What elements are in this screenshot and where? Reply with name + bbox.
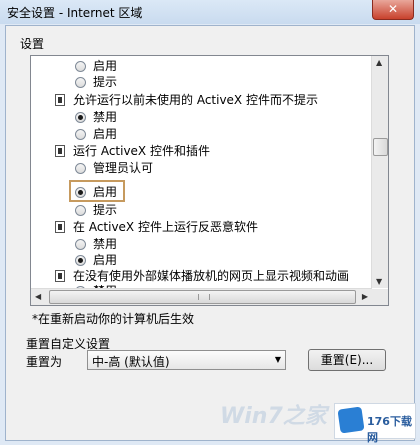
setting-icon <box>55 221 65 233</box>
reset-to-label: 重置为 <box>26 355 63 369</box>
radio-button[interactable] <box>75 77 86 88</box>
scroll-left-icon[interactable]: ◀ <box>35 292 41 301</box>
setting-title: 在没有使用外部媒体播放机的网页上显示视频和动画 <box>73 269 350 283</box>
restart-note: *在重新启动你的计算机后生效 <box>32 312 195 326</box>
setting-title: 允许运行以前未使用的 ActiveX 控件而不提示 <box>73 93 318 107</box>
setting-title: 在 ActiveX 控件上运行反恶意软件 <box>73 220 258 234</box>
setting-icon <box>55 270 65 282</box>
list-item[interactable]: 管理员认可 <box>75 160 275 176</box>
radio-button[interactable] <box>75 129 86 140</box>
radio-button[interactable] <box>75 239 86 250</box>
list-item[interactable]: 启用 <box>75 58 275 74</box>
scroll-down-icon[interactable]: ▼ <box>376 277 382 286</box>
horizontal-scroll-thumb[interactable] <box>49 290 356 304</box>
close-button[interactable]: ✕ <box>372 0 414 20</box>
option-label: 启用 <box>93 59 118 73</box>
option-label: 禁用 <box>93 237 118 251</box>
option-label: 禁用 <box>93 110 118 124</box>
window-title: 安全设置 - Internet 区域 <box>7 6 143 20</box>
option-label: 提示 <box>93 203 118 217</box>
setting-header: 在 ActiveX 控件上运行反恶意软件 <box>55 219 375 235</box>
vertical-scrollbar[interactable]: ▲ ▼ <box>371 56 388 288</box>
list-item[interactable]: 禁用 <box>75 236 275 252</box>
title-bar: 安全设置 - Internet 区域 ✕ <box>0 0 420 24</box>
reset-button[interactable]: 重置(E)... <box>308 349 386 371</box>
site-logo: 176下载网 <box>334 403 416 444</box>
list-item[interactable]: 启用 <box>75 252 275 268</box>
setting-header: 在没有使用外部媒体播放机的网页上显示视频和动画 <box>55 268 375 284</box>
radio-button[interactable] <box>75 61 86 72</box>
radio-button[interactable] <box>75 163 86 174</box>
settings-group-label: 设置 <box>20 37 45 51</box>
setting-header: 运行 ActiveX 控件和插件 <box>55 143 375 159</box>
option-label: 提示 <box>93 75 118 89</box>
setting-icon <box>55 94 65 106</box>
option-label: 启用 <box>93 253 118 267</box>
radio-button[interactable] <box>75 205 86 216</box>
setting-icon <box>55 145 65 157</box>
radio-button[interactable] <box>75 112 86 123</box>
grip-icon <box>198 294 210 300</box>
vertical-scroll-thumb[interactable] <box>373 138 388 156</box>
logo-text: 176下载网 <box>367 415 412 444</box>
option-label: 管理员认可 <box>93 161 154 175</box>
option-label: 启用 <box>93 127 118 141</box>
focus-highlight <box>69 180 125 202</box>
horizontal-scrollbar[interactable]: ◀ ▶ <box>31 288 372 305</box>
list-item[interactable]: 启用 <box>75 126 275 142</box>
scroll-up-icon[interactable]: ▲ <box>376 58 382 67</box>
logo-icon <box>337 406 365 434</box>
close-icon: ✕ <box>387 2 399 16</box>
watermark: Win7之家 <box>220 404 327 429</box>
security-level-dropdown[interactable]: 中-高 (默认值) ▼ <box>87 350 286 370</box>
radio-button[interactable] <box>75 255 86 266</box>
list-item[interactable]: 禁用 <box>75 109 275 125</box>
dropdown-value: 中-高 (默认值) <box>92 355 170 369</box>
setting-title: 运行 ActiveX 控件和插件 <box>73 144 210 158</box>
list-item[interactable]: 提示 <box>75 202 275 218</box>
scroll-corner <box>372 289 388 305</box>
chevron-down-icon: ▼ <box>274 355 281 364</box>
scroll-right-icon[interactable]: ▶ <box>362 292 368 301</box>
list-item[interactable]: 提示 <box>75 74 275 90</box>
setting-header: 允许运行以前未使用的 ActiveX 控件而不提示 <box>55 92 375 108</box>
settings-listbox[interactable]: 启用 提示 允许运行以前未使用的 ActiveX 控件而不提示 禁用 启用 运行… <box>30 55 389 306</box>
